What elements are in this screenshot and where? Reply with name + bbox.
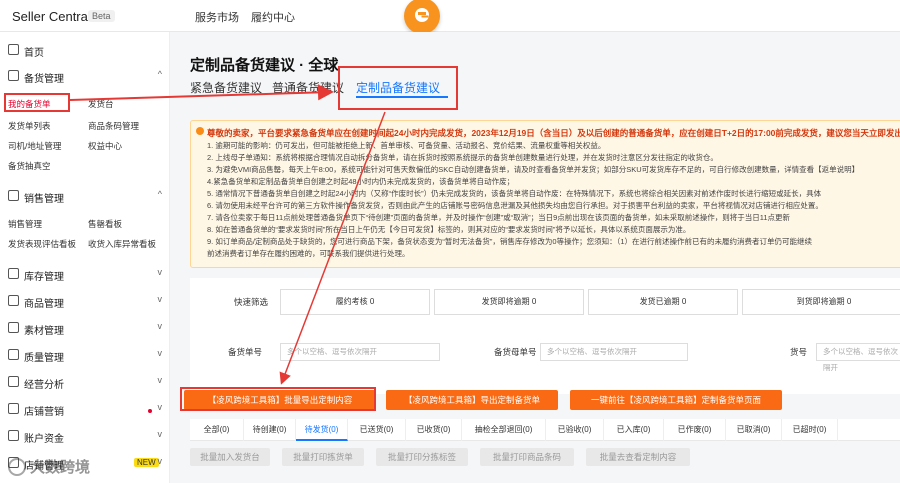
annotation-arrow-to-export [279,111,386,385]
watermark-logo-icon [8,458,26,476]
annotation-arrows [69,84,386,385]
watermark: 大数跨境 [30,459,91,476]
annotation-arrow-to-tab [69,84,334,101]
app-window: Seller Central Beta 服务市场 履约中心 首页 备货管理 ^ … [0,0,900,483]
